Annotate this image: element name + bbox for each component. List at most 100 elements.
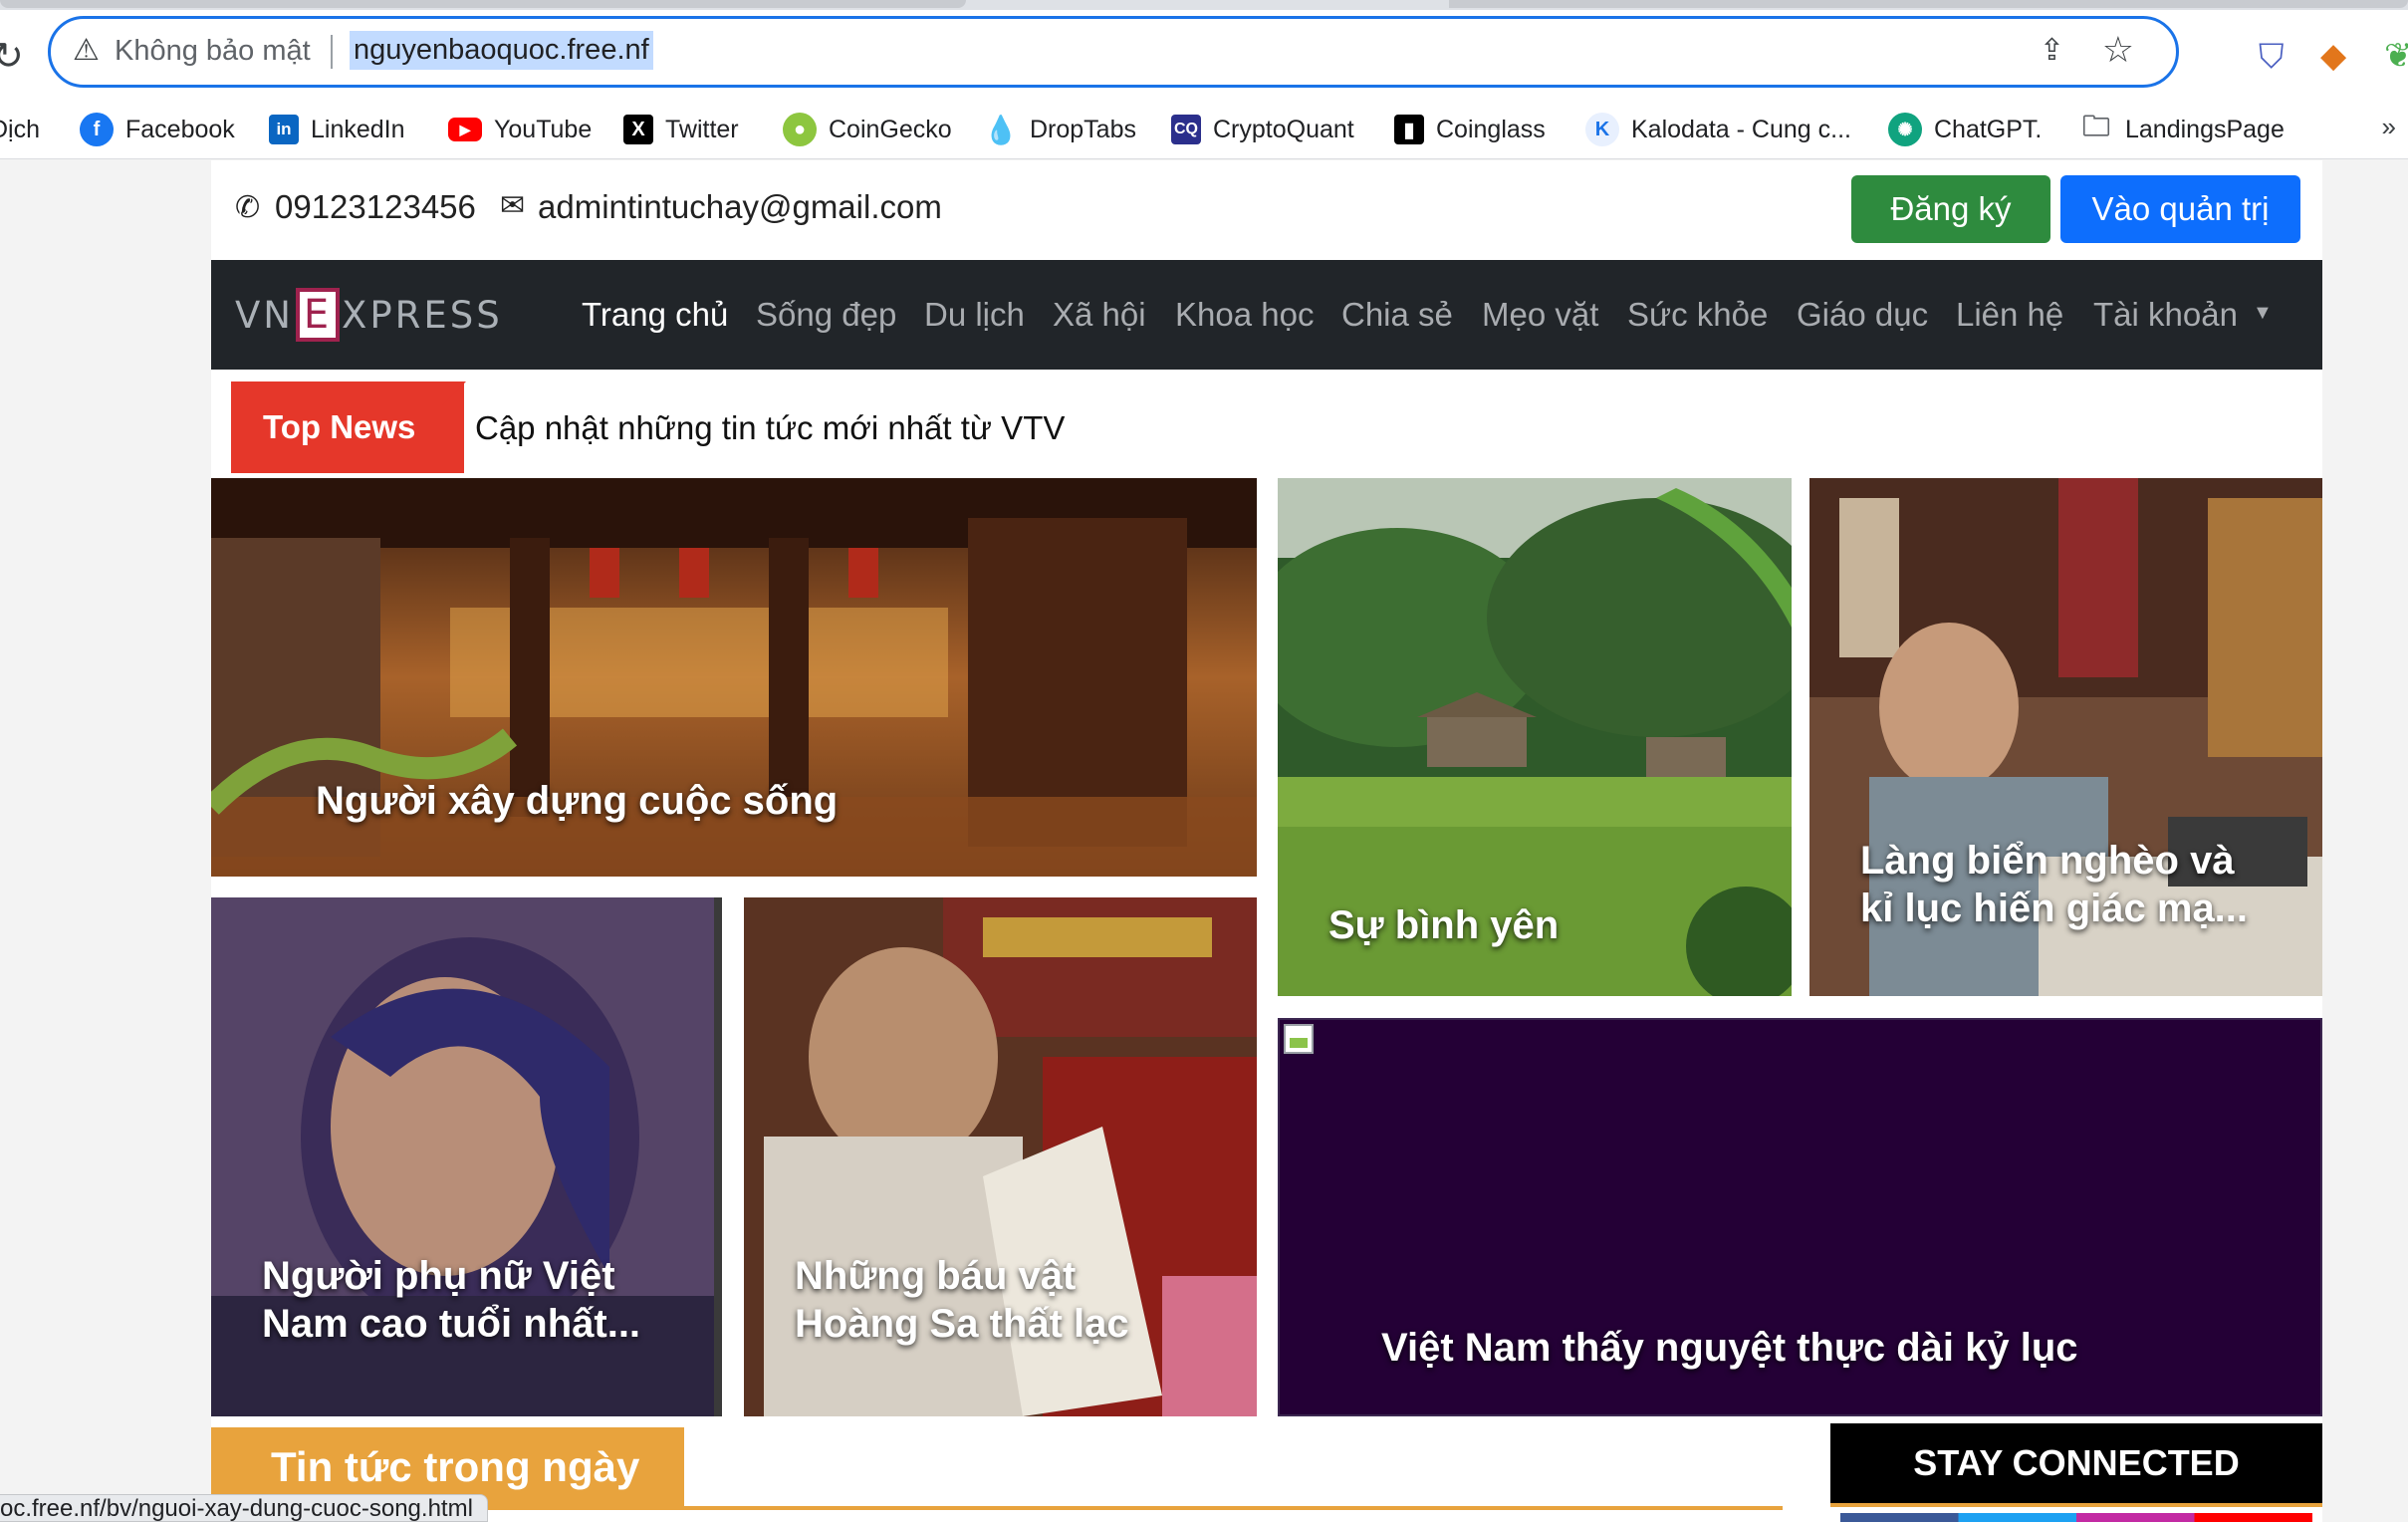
nav-xa-hoi[interactable]: Xã hội (1053, 296, 1146, 334)
broken-image-icon (1284, 1024, 1314, 1054)
article-card-nguoi-xay-dung[interactable]: Người xây dựng cuộc sống (211, 478, 1257, 877)
url-text[interactable]: nguyenbaoquoc.free.nf (350, 31, 653, 70)
bookmark-label: LandingsPage (2125, 115, 2285, 143)
folder-icon: 🗀 (2079, 111, 2113, 146)
address-bar[interactable]: ⚠ Không bảo mật nguyenbaoquoc.free.nf ⇪ … (48, 16, 2179, 88)
caret-down-icon[interactable]: ▼ (2253, 302, 2273, 325)
nav-lien-he[interactable]: Liên hệ (1956, 296, 2063, 334)
bookmark-star-icon[interactable]: ☆ (2102, 29, 2134, 71)
bookmark-coinglass[interactable]: ▮ Coinglass (1394, 110, 1546, 149)
register-button[interactable]: Đăng ký (1851, 175, 2050, 243)
article-title-line[interactable]: kỉ lục hiến giác mạ... (1860, 885, 2248, 932)
article-card-bau-vat-hoang-sa[interactable]: Những báu vật Hoàng Sa thất lạc (744, 897, 1257, 1416)
leaf-extension-icon[interactable]: ❦ (2384, 36, 2408, 76)
nav-suc-khoe[interactable]: Sức khỏe (1627, 296, 1768, 334)
nav-home[interactable]: Trang chủ (582, 296, 728, 334)
article-card-nguyet-thuc[interactable]: Việt Nam thấy nguyệt thực dài kỷ lục (1278, 1018, 2322, 1416)
bookmark-coingecko[interactable]: ● CoinGecko (783, 110, 952, 149)
warning-icon[interactable]: ⚠ (73, 33, 100, 68)
bookmark-label: LinkedIn (311, 115, 405, 143)
kalodata-icon: K (1585, 113, 1619, 146)
bookmark-label: Twitter (665, 115, 739, 143)
main-navbar: VN E XPRESS Trang chủ Sống đẹp Du lịch X… (211, 260, 2322, 370)
bookmark-facebook[interactable]: f Facebook (80, 110, 235, 149)
chatgpt-icon: ✺ (1888, 113, 1922, 146)
page-viewport: ✆ 09123123456 ✉ admintintuchay@gmail.com… (0, 160, 2408, 1522)
badge-corner (442, 381, 466, 405)
security-status[interactable]: Không bảo mật (115, 35, 311, 68)
metamask-fox-icon[interactable]: ◆ (2320, 36, 2346, 76)
bookmark-label: Coinglass (1436, 115, 1546, 143)
article-title-line[interactable]: Nam cao tuổi nhất... (262, 1300, 640, 1348)
article-title-line[interactable]: Người phụ nữ Việt (262, 1252, 615, 1300)
email-address: admintintuchay@gmail.com (538, 188, 942, 225)
article-title[interactable]: Việt Nam thấy nguyệt thực dài kỷ lục (1381, 1324, 2078, 1372)
phone-icon: ✆ (235, 191, 261, 224)
social-buttons-row[interactable] (1840, 1513, 2312, 1522)
article-title[interactable]: Sự bình yên (1328, 901, 1559, 949)
article-card-su-binh-yen[interactable]: Sự bình yên (1278, 478, 1792, 996)
bookmark-chatgpt[interactable]: ✺ ChatGPT. (1888, 110, 2042, 149)
divider (331, 35, 333, 69)
bookmark-youtube[interactable]: ▶ YouTube (448, 110, 592, 149)
bookmark-twitter[interactable]: X Twitter (623, 110, 739, 149)
twitter-x-icon: X (623, 115, 653, 144)
section-underline (1830, 1503, 2322, 1507)
bookmark-kalodata[interactable]: K Kalodata - Cung c... (1585, 110, 1851, 149)
linkedin-icon: in (269, 115, 299, 144)
phone-number: 09123123456 (275, 188, 476, 225)
news-ticker[interactable]: Cập nhật những tin tức mới nhất từ VTV (475, 409, 1065, 447)
facebook-icon: f (80, 113, 114, 146)
article-title[interactable]: Người xây dựng cuộc sống (316, 777, 838, 825)
logo-text: VN (235, 293, 294, 337)
bookmark-cryptoquant[interactable]: CQ CryptoQuant (1171, 110, 1354, 149)
logo-mark: E (296, 288, 340, 342)
cryptoquant-icon: CQ (1171, 115, 1201, 144)
logo-text: XPRESS (342, 293, 503, 337)
status-bar-url: oc.free.nf/bv/nguoi-xay-dung-cuoc-song.h… (0, 1494, 488, 1522)
nav-account-dropdown[interactable]: Tài khoản (2093, 296, 2238, 334)
more-bookmarks-icon[interactable]: » (2382, 112, 2396, 142)
bookmark-label: Kalodata - Cung c... (1631, 115, 1851, 143)
admin-login-button[interactable]: Vào quản trị (2060, 175, 2300, 243)
site-logo[interactable]: VN E XPRESS (235, 288, 503, 342)
bookmark-landingspage[interactable]: 🗀 LandingsPage (2079, 110, 2285, 149)
bookmark-translate[interactable]: Dịch (0, 110, 40, 149)
bookmark-label: DropTabs (1030, 115, 1136, 143)
bookmark-label: YouTube (494, 115, 593, 143)
article-title-line[interactable]: Làng biển nghèo và (1860, 837, 2235, 885)
share-icon[interactable]: ⇪ (2040, 33, 2064, 68)
bookmark-label: ChatGPT. (1934, 115, 2043, 143)
nav-song-dep[interactable]: Sống đẹp (756, 296, 896, 334)
shield-extension-icon[interactable]: ⛉ (2259, 38, 2285, 77)
nav-khoa-hoc[interactable]: Khoa học (1175, 296, 1314, 334)
nav-meo-vat[interactable]: Mẹo vặt (1482, 296, 1598, 334)
top-news-badge: Top News (231, 381, 464, 473)
site-container: ✆ 09123123456 ✉ admintintuchay@gmail.com… (211, 160, 2322, 1522)
browser-toolbar: ↻ ⚠ Không bảo mật nguyenbaoquoc.free.nf … (0, 10, 2408, 100)
nav-du-lich[interactable]: Du lịch (924, 296, 1025, 334)
browser-tab[interactable] (1449, 0, 2408, 8)
envelope-icon: ✉ (500, 189, 526, 222)
bookmark-droptabs[interactable]: 💧 DropTabs (984, 110, 1136, 149)
article-card-lang-bien-ngheo[interactable]: Làng biển nghèo và kỉ lục hiến giác mạ..… (1809, 478, 2322, 996)
bookmarks-bar: Dịch f Facebook in LinkedIn ▶ YouTube X … (0, 100, 2408, 159)
browser-tab[interactable] (0, 0, 966, 8)
droptabs-icon: 💧 (983, 113, 1019, 146)
article-title-line[interactable]: Những báu vật (795, 1252, 1076, 1300)
nav-giao-duc[interactable]: Giáo dục (1797, 296, 1928, 334)
article-card-nguoi-phu-nu[interactable]: Người phụ nữ Việt Nam cao tuổi nhất... (211, 897, 722, 1416)
bookmark-label: CoinGecko (829, 115, 952, 143)
article-title-line[interactable]: Hoàng Sa thất lạc (795, 1300, 1129, 1348)
nav-chia-se[interactable]: Chia sẻ (1341, 296, 1453, 334)
coinglass-icon: ▮ (1394, 115, 1424, 144)
stay-connected-heading: STAY CONNECTED (1830, 1423, 2322, 1503)
youtube-icon: ▶ (448, 118, 482, 141)
bookmark-linkedin[interactable]: in LinkedIn (269, 110, 405, 149)
bookmark-label: CryptoQuant (1213, 115, 1354, 143)
bookmark-label: Facebook (125, 115, 235, 143)
reload-icon[interactable]: ↻ (0, 34, 24, 79)
bookmark-label: Dịch (0, 115, 41, 143)
contact-bar: ✆ 09123123456 ✉ admintintuchay@gmail.com… (211, 160, 2322, 260)
coingecko-icon: ● (783, 113, 817, 146)
